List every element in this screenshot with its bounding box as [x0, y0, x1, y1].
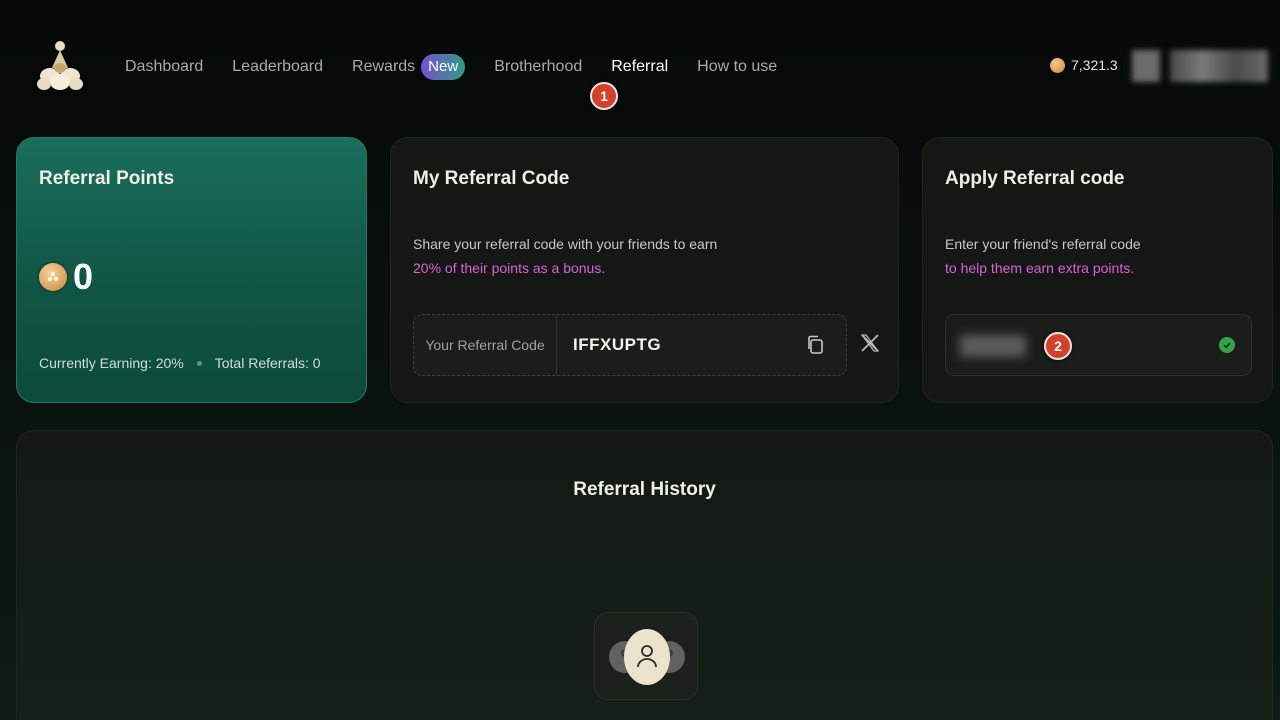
share-text: Share your referral code with your frien…	[413, 236, 718, 252]
new-badge: New	[421, 54, 466, 80]
users-icon	[609, 629, 685, 685]
user-avatar[interactable]	[1132, 50, 1160, 82]
nav-leaderboard-label: Leaderboard	[232, 58, 324, 75]
referral-history-panel: Referral History	[16, 430, 1273, 720]
my-referral-code-desc: Share your referral code with your frien…	[413, 232, 717, 280]
nav-dashboard[interactable]: Dashboard	[125, 56, 203, 78]
empty-history-illustration	[594, 612, 698, 700]
referral-code-box: Your Referral Code IFFXUPTG	[413, 314, 847, 376]
my-referral-code-title: My Referral Code	[413, 168, 570, 189]
coin-icon	[39, 263, 67, 291]
apply-referral-title: Apply Referral code	[945, 168, 1125, 189]
nav-brotherhood-label: Brotherhood	[494, 58, 583, 75]
applied-code-value	[960, 335, 1026, 357]
nav-rewards[interactable]: Rewards New	[352, 54, 466, 80]
enter-text: Enter your friend's referral code	[945, 236, 1141, 252]
coin-icon	[1050, 57, 1065, 73]
apply-referral-desc: Enter your friend's referral code to hel…	[945, 232, 1141, 280]
nav-how-to-use[interactable]: How to use	[697, 56, 777, 78]
nav-referral-label: Referral	[611, 58, 669, 75]
points-balance: 7,321.3	[1050, 57, 1118, 73]
nav-leaderboard[interactable]: Leaderboard	[232, 56, 323, 78]
referral-code-value[interactable]: IFFXUPTG	[557, 335, 798, 355]
nav-dashboard-label: Dashboard	[125, 58, 204, 75]
copy-icon[interactable]	[798, 328, 832, 362]
total-referrals: Total Referrals: 0	[214, 355, 321, 371]
referral-history-title: Referral History	[573, 479, 716, 500]
points-value: 0	[73, 256, 94, 297]
code-label: Your Referral Code	[414, 315, 557, 375]
user-name[interactable]	[1170, 50, 1268, 82]
referral-points-title: Referral Points	[39, 168, 175, 189]
help-highlight: to help them earn extra points.	[945, 260, 1135, 276]
my-referral-code-card: My Referral Code Share your referral cod…	[390, 137, 899, 403]
nav-rewards-label: Rewards	[352, 58, 416, 75]
balance-value: 7,321.3	[1071, 57, 1118, 73]
app-logo[interactable]	[32, 38, 88, 94]
referral-points-card: Referral Points 0 Currently Earning: 20%…	[16, 137, 367, 403]
referral-code-input[interactable]: 2	[945, 314, 1252, 376]
points-display: 0	[39, 256, 93, 298]
nav-how-to-use-label: How to use	[697, 58, 778, 75]
separator-dot	[196, 360, 202, 366]
bonus-highlight: 20% of their points as a bonus.	[413, 260, 606, 276]
x-share-icon[interactable]	[859, 332, 881, 354]
currently-earning: Currently Earning: 20%	[39, 355, 184, 371]
check-icon	[1219, 337, 1235, 353]
step-marker-1: 1	[590, 82, 618, 110]
points-footer: Currently Earning: 20% Total Referrals: …	[39, 355, 321, 371]
apply-referral-code-card: Apply Referral code Enter your friend's …	[922, 137, 1273, 403]
step-marker-2: 2	[1044, 332, 1072, 360]
nav-referral[interactable]: Referral	[611, 56, 668, 78]
top-header: Dashboard Leaderboard Rewards New Brothe…	[0, 0, 1280, 130]
main-nav: Dashboard Leaderboard Rewards New Brothe…	[125, 54, 806, 80]
nav-brotherhood[interactable]: Brotherhood	[494, 56, 582, 78]
